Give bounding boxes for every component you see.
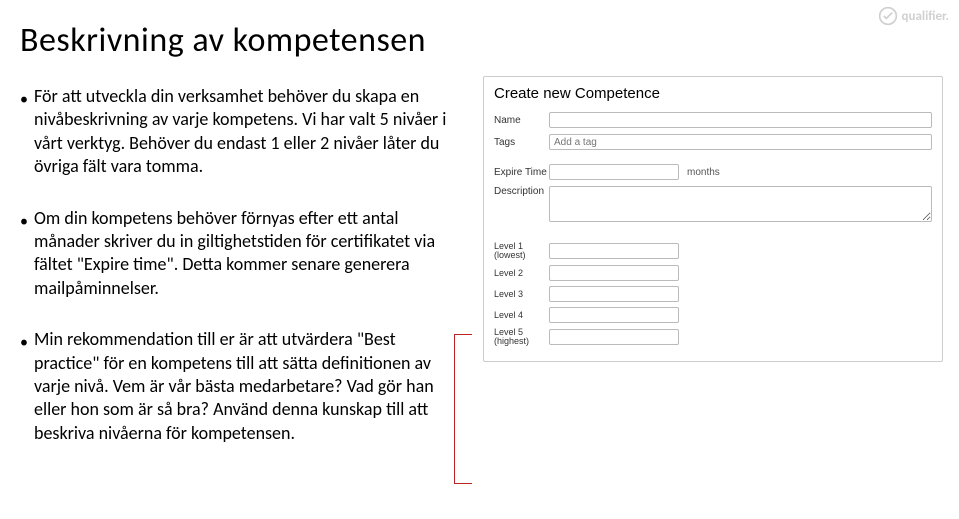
bullet-dot-icon bbox=[20, 85, 34, 179]
level-3-field[interactable] bbox=[549, 286, 679, 302]
description-label: Description bbox=[494, 186, 549, 197]
expire-field[interactable] bbox=[549, 164, 679, 180]
level-1-field[interactable] bbox=[549, 243, 679, 259]
checkmark-circle-icon bbox=[878, 6, 898, 26]
page-title: Beskrivning av kompetensen bbox=[20, 20, 460, 61]
level-5-field[interactable] bbox=[549, 329, 679, 345]
bullet-text: För att utveckla din verksamhet behöver … bbox=[34, 85, 460, 179]
tags-field[interactable] bbox=[549, 134, 932, 150]
bullet-item: Om din kompetens behöver förnyas efter e… bbox=[20, 207, 460, 301]
text-column: Beskrivning av kompetensen För att utvec… bbox=[20, 20, 475, 473]
highlight-bracket bbox=[454, 334, 472, 484]
brand-text: qualifier. bbox=[902, 9, 949, 24]
bullet-dot-icon bbox=[20, 328, 34, 445]
tags-label: Tags bbox=[494, 137, 549, 148]
expire-label: Expire Time bbox=[494, 167, 549, 178]
level-label: Level 4 bbox=[494, 311, 549, 320]
create-competence-panel: Create new Competence Name Tags Expire T… bbox=[483, 76, 943, 362]
level-label: Level 5 (highest) bbox=[494, 328, 549, 346]
level-label: Level 3 bbox=[494, 290, 549, 299]
bullet-text: Min rekommendation till er är att utvärd… bbox=[34, 328, 460, 445]
description-field[interactable] bbox=[549, 186, 932, 222]
bullet-dot-icon bbox=[20, 207, 34, 301]
bullet-text: Om din kompetens behöver förnyas efter e… bbox=[34, 207, 460, 301]
bullet-item: För att utveckla din verksamhet behöver … bbox=[20, 85, 460, 179]
panel-heading: Create new Competence bbox=[494, 85, 932, 102]
level-4-field[interactable] bbox=[549, 307, 679, 323]
level-label: Level 1 (lowest) bbox=[494, 242, 549, 260]
name-field[interactable] bbox=[549, 112, 932, 128]
bullet-item: Min rekommendation till er är att utvärd… bbox=[20, 328, 460, 445]
level-label: Level 2 bbox=[494, 269, 549, 278]
levels-group: Level 1 (lowest) Level 2 Level 3 Level 4… bbox=[494, 242, 932, 346]
brand-logo: qualifier. bbox=[878, 6, 949, 26]
level-2-field[interactable] bbox=[549, 265, 679, 281]
name-label: Name bbox=[494, 115, 549, 126]
expire-unit: months bbox=[687, 167, 727, 178]
